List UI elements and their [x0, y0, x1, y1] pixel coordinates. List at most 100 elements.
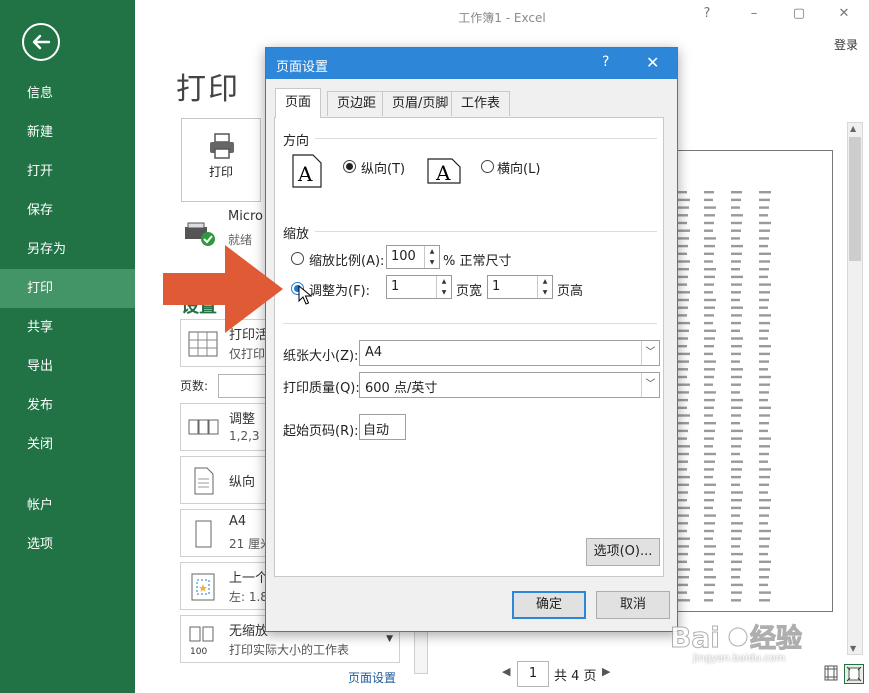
scroll-up-icon[interactable]: ▲ — [850, 124, 856, 133]
preview-scrollbar[interactable]: ▲ ▼ — [847, 122, 863, 655]
nav-item-publish[interactable]: 发布 — [0, 386, 135, 425]
spin-down-icon[interactable]: ▼ — [538, 287, 552, 298]
ok-button[interactable]: 确定 — [512, 591, 586, 619]
landscape-radio[interactable] — [481, 160, 494, 173]
preview-cell — [678, 468, 687, 471]
scroll-thumb[interactable] — [849, 137, 861, 261]
first-page-input[interactable]: 自动 — [359, 414, 406, 440]
nav-item-account[interactable]: 帐户 — [0, 486, 135, 525]
adjust-percent-value: 100 — [391, 249, 416, 264]
tab-margins[interactable]: 页边距 — [327, 91, 387, 116]
adjust-percent-spinner[interactable]: 100 ▲ ▼ — [386, 245, 440, 269]
chevron-down-icon[interactable]: ﹀ — [641, 341, 659, 365]
preview-cell — [759, 499, 771, 502]
preview-cell — [731, 360, 740, 363]
fit-wide-value: 1 — [391, 279, 400, 294]
preview-cell — [704, 552, 715, 556]
preview-cell — [678, 429, 688, 433]
page-navigator: ◀ 1 共 4 页 ▶ — [500, 661, 820, 687]
adjust-to-label[interactable]: 缩放比例(A): — [309, 250, 384, 269]
preview-cell — [731, 506, 741, 510]
print-quality-select[interactable]: 600 点/英寸 ﹀ — [359, 372, 660, 398]
preview-cell — [759, 468, 771, 471]
nav-item-new[interactable]: 新建 — [0, 113, 135, 152]
scroll-down-icon[interactable]: ▼ — [850, 644, 856, 653]
preview-cell — [704, 475, 713, 479]
print-button-label: 打印 — [208, 165, 233, 179]
back-arrow-icon[interactable] — [22, 23, 60, 61]
first-page-value: 自动 — [363, 423, 390, 438]
next-page-icon[interactable]: ▶ — [602, 665, 610, 678]
dialog-titlebar[interactable]: 页面设置 ? ✕ — [266, 48, 677, 79]
show-margins-icon[interactable] — [824, 665, 838, 681]
preview-cell — [759, 375, 771, 379]
preview-cell — [678, 198, 690, 202]
preview-cell — [731, 552, 743, 556]
page-setup-dialog: 页面设置 ? ✕ 页面 页边距 页眉/页脚 工作表 方向 A 纵向(T) A 横… — [265, 47, 678, 632]
chevron-down-icon[interactable]: ﹀ — [641, 373, 659, 397]
adjust-to-radio[interactable] — [291, 252, 304, 265]
landscape-label[interactable]: 横向(L) — [497, 158, 540, 177]
nav-item-info[interactable]: 信息 — [0, 74, 135, 113]
preview-cell — [759, 275, 768, 279]
preview-cell — [731, 429, 743, 433]
preview-cell — [759, 229, 770, 232]
cancel-button[interactable]: 取消 — [596, 591, 670, 619]
help-icon[interactable]: ? — [696, 6, 718, 21]
print-button[interactable]: 打印 — [181, 118, 261, 202]
orientation-heading: 方向 — [283, 134, 310, 149]
tab-header-footer[interactable]: 页眉/页脚 — [382, 91, 459, 116]
preview-cell — [759, 452, 769, 456]
dialog-help-button[interactable]: ? — [602, 54, 609, 70]
nav-item-close[interactable]: 关闭 — [0, 425, 135, 464]
preview-cell — [678, 237, 689, 240]
preview-cell — [731, 214, 743, 217]
nav-item-save-as[interactable]: 另存为 — [0, 230, 135, 269]
spin-up-icon[interactable]: ▲ — [425, 246, 439, 257]
nav-item-share[interactable]: 共享 — [0, 308, 135, 347]
preview-cell — [759, 298, 769, 302]
close-window-button[interactable]: ✕ — [833, 6, 855, 21]
preview-cell — [704, 514, 716, 517]
options-button[interactable]: 选项(O)... — [586, 538, 660, 566]
minimize-button[interactable]: – — [743, 6, 765, 21]
preview-cell — [678, 406, 687, 409]
preview-cell — [678, 552, 688, 556]
restore-button[interactable]: ▢ — [788, 6, 810, 21]
login-link[interactable]: 登录 — [834, 36, 858, 53]
page-setup-link[interactable]: 页面设置 — [348, 669, 396, 686]
annotation-arrow-icon — [163, 245, 283, 333]
preview-cell — [704, 568, 713, 571]
zoom-to-page-icon[interactable] — [844, 664, 864, 684]
spinner-buttons[interactable]: ▲ ▼ — [436, 276, 451, 298]
fit-to-label[interactable]: 调整为(F): — [309, 280, 370, 299]
nav-item-save[interactable]: 保存 — [0, 191, 135, 230]
paper-size-select[interactable]: A4 ﹀ — [359, 340, 660, 366]
preview-cell — [678, 337, 688, 340]
printer-ready-icon — [185, 222, 215, 246]
current-page-input[interactable]: 1 — [517, 661, 549, 687]
tab-sheet[interactable]: 工作表 — [451, 91, 511, 116]
spinner-buttons[interactable]: ▲ ▼ — [537, 276, 552, 298]
fit-wide-spinner[interactable]: 1 ▲ ▼ — [386, 275, 452, 299]
nav-item-print[interactable]: 打印 — [0, 269, 135, 308]
spin-down-icon[interactable]: ▼ — [437, 287, 451, 298]
nav-item-open[interactable]: 打开 — [0, 152, 135, 191]
dialog-close-button[interactable]: ✕ — [646, 53, 659, 72]
preview-cell — [678, 375, 687, 379]
preview-cell — [704, 368, 715, 371]
tab-page[interactable]: 页面 — [275, 88, 322, 118]
nav-item-options[interactable]: 选项 — [0, 525, 135, 564]
spin-up-icon[interactable]: ▲ — [538, 276, 552, 287]
spin-down-icon[interactable]: ▼ — [425, 257, 439, 268]
preview-cell — [759, 552, 768, 556]
fit-tall-spinner[interactable]: 1 ▲ ▼ — [487, 275, 553, 299]
spinner-buttons[interactable]: ▲ ▼ — [424, 246, 439, 268]
portrait-radio[interactable] — [343, 160, 356, 173]
spin-up-icon[interactable]: ▲ — [437, 276, 451, 287]
portrait-label[interactable]: 纵向(T) — [361, 158, 405, 177]
prev-page-icon[interactable]: ◀ — [502, 665, 510, 678]
preview-cell — [731, 368, 743, 371]
nav-item-export[interactable]: 导出 — [0, 347, 135, 386]
preview-cell — [678, 283, 687, 286]
